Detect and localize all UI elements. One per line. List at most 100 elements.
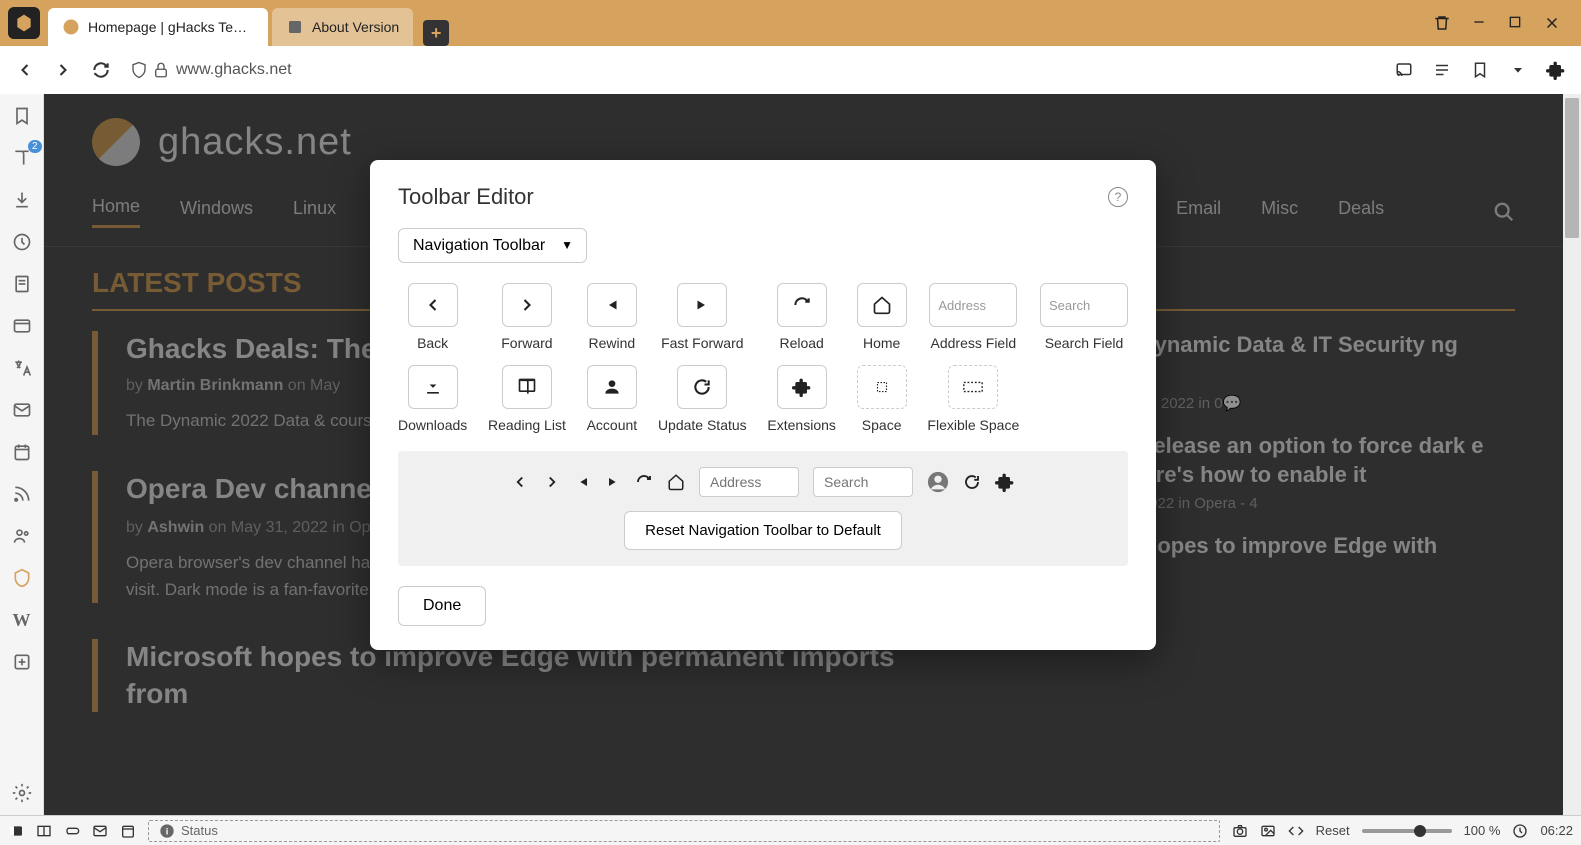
preview-address-input[interactable] — [699, 467, 799, 497]
clock-time: 06:22 — [1540, 823, 1573, 838]
item-account[interactable]: Account — [587, 365, 638, 433]
calendar-status-icon[interactable] — [120, 823, 136, 839]
mail-status-icon[interactable] — [92, 823, 108, 839]
tab-title: About Version — [312, 19, 399, 35]
sync-icon[interactable] — [64, 823, 80, 839]
preview-fastforward-icon[interactable] — [605, 474, 621, 490]
mail-panel-icon[interactable] — [10, 398, 34, 422]
site-name: ghacks.net — [158, 121, 352, 164]
cast-icon[interactable] — [1389, 55, 1419, 85]
preview-update-icon[interactable] — [963, 473, 981, 491]
close-button[interactable] — [1543, 14, 1561, 32]
item-home[interactable]: Home — [857, 283, 907, 351]
item-extensions[interactable]: Extensions — [767, 365, 835, 433]
settings-panel-icon[interactable] — [10, 781, 34, 805]
wikipedia-panel-icon[interactable]: W — [10, 608, 34, 632]
maximize-button[interactable] — [1507, 14, 1523, 32]
forward-button[interactable] — [48, 55, 78, 85]
help-icon[interactable]: ? — [1108, 187, 1128, 207]
navigation-toolbar: www.ghacks.net — [0, 46, 1581, 94]
nav-home[interactable]: Home — [92, 196, 140, 228]
item-rewind[interactable]: Rewind — [587, 283, 638, 351]
tab-strip: Homepage | gHacks Techno About Version + — [48, 0, 1421, 46]
item-reading-list[interactable]: Reading List — [488, 365, 566, 433]
item-forward[interactable]: Forward — [488, 283, 566, 351]
translate-panel-icon[interactable] — [10, 356, 34, 380]
reload-button[interactable] — [86, 55, 116, 85]
preview-back-icon[interactable] — [511, 473, 529, 491]
app-icon[interactable] — [8, 7, 40, 39]
preview-reload-icon[interactable] — [635, 473, 653, 491]
toolbar-items-grid: Back Forward Rewind Fast Forward Reload … — [398, 283, 1128, 433]
calendar-panel-icon[interactable] — [10, 440, 34, 464]
post-item: Microsoft hopes to improve Edge with per… — [92, 639, 931, 712]
chevron-down-icon[interactable] — [1503, 55, 1533, 85]
item-flexible-space[interactable]: Flexible Space — [927, 365, 1019, 433]
reader-icon[interactable] — [1427, 55, 1457, 85]
toolbar-select[interactable]: Navigation Toolbar — [398, 228, 587, 263]
minimize-button[interactable] — [1471, 14, 1487, 32]
address-bar[interactable]: www.ghacks.net — [124, 61, 1381, 79]
search-icon[interactable] — [1493, 201, 1515, 223]
zoom-thumb[interactable] — [1414, 825, 1426, 837]
tab-title: Homepage | gHacks Techno — [88, 19, 254, 35]
preview-extensions-icon[interactable] — [995, 472, 1015, 492]
downloads-panel-icon[interactable] — [10, 188, 34, 212]
item-search-field[interactable]: SearchSearch Field — [1040, 283, 1128, 351]
preview-rewind-icon[interactable] — [575, 474, 591, 490]
extensions-icon[interactable] — [1541, 55, 1571, 85]
item-space[interactable]: Space — [857, 365, 907, 433]
dialog-title: Toolbar Editor — [398, 184, 534, 210]
window-panel-icon[interactable] — [10, 314, 34, 338]
nav-email[interactable]: Email — [1176, 198, 1221, 227]
preview-account-icon[interactable] — [927, 471, 949, 493]
panel-sidebar: 2 W — [0, 94, 44, 815]
contacts-panel-icon[interactable] — [10, 524, 34, 548]
page-actions-icon[interactable] — [1288, 823, 1304, 839]
scrollbar-thumb[interactable] — [1565, 98, 1579, 238]
tiling-icon[interactable] — [36, 823, 52, 839]
toolbar-editor-dialog: Toolbar Editor ? Navigation Toolbar Back… — [370, 160, 1156, 650]
nav-misc[interactable]: Misc — [1261, 198, 1298, 227]
item-address-field[interactable]: AddressAddress Field — [927, 283, 1019, 351]
trash-icon[interactable] — [1433, 14, 1451, 32]
nav-windows[interactable]: Windows — [180, 198, 253, 227]
post-title[interactable]: Microsoft hopes to improve Edge with per… — [126, 639, 931, 712]
item-reload[interactable]: Reload — [767, 283, 835, 351]
panel-toggle-icon[interactable] — [8, 823, 24, 839]
reset-toolbar-button[interactable]: Reset Navigation Toolbar to Default — [624, 511, 902, 550]
vivaldi-panel-icon[interactable] — [10, 566, 34, 590]
status-field[interactable]: i Status — [148, 820, 1220, 842]
feeds-panel-icon[interactable] — [10, 482, 34, 506]
lock-icon[interactable] — [152, 61, 170, 79]
item-fastforward[interactable]: Fast Forward — [658, 283, 747, 351]
notes-panel-icon[interactable] — [10, 272, 34, 296]
back-button[interactable] — [10, 55, 40, 85]
tab-0[interactable]: Homepage | gHacks Techno — [48, 8, 268, 46]
favicon-icon — [286, 18, 304, 36]
titlebar: Homepage | gHacks Techno About Version + — [0, 0, 1581, 46]
preview-home-icon[interactable] — [667, 473, 685, 491]
done-button[interactable]: Done — [398, 586, 486, 626]
new-tab-button[interactable]: + — [423, 20, 449, 46]
item-back[interactable]: Back — [398, 283, 467, 351]
nav-deals[interactable]: Deals — [1338, 198, 1384, 227]
bookmark-icon[interactable] — [1465, 55, 1495, 85]
scrollbar[interactable] — [1563, 94, 1581, 815]
item-update-status[interactable]: Update Status — [658, 365, 747, 433]
preview-search-input[interactable] — [813, 467, 913, 497]
nav-linux[interactable]: Linux — [293, 198, 336, 227]
add-panel-icon[interactable] — [10, 650, 34, 674]
tab-1[interactable]: About Version — [272, 8, 413, 46]
history-panel-icon[interactable] — [10, 230, 34, 254]
zoom-reset[interactable]: Reset — [1316, 823, 1350, 838]
bookmarks-panel-icon[interactable] — [10, 104, 34, 128]
item-downloads[interactable]: Downloads — [398, 365, 467, 433]
preview-forward-icon[interactable] — [543, 473, 561, 491]
zoom-slider[interactable] — [1362, 829, 1452, 833]
reading-list-panel-icon[interactable]: 2 — [10, 146, 34, 170]
capture-icon[interactable] — [1232, 823, 1248, 839]
shield-icon[interactable] — [130, 61, 148, 79]
statusbar: i Status Reset 100 % 06:22 — [0, 815, 1581, 845]
image-toggle-icon[interactable] — [1260, 823, 1276, 839]
